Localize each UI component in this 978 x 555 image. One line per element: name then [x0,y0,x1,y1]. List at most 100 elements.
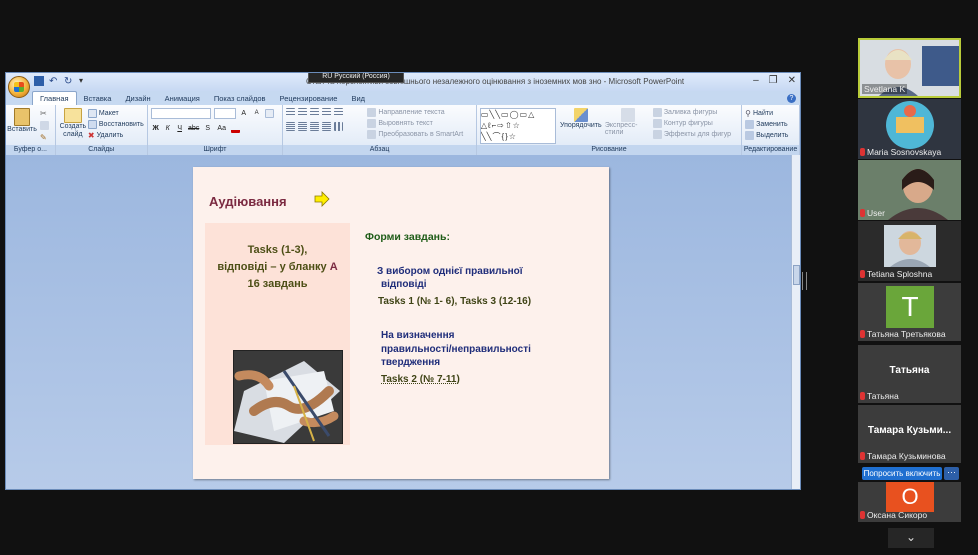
case-button[interactable]: Аа [215,124,229,133]
italic-button[interactable]: К [163,124,173,133]
find-button[interactable]: ⚲ Найти [745,108,796,119]
participant-name: Татьяна Третьякова [860,329,946,339]
tab-view[interactable]: Вид [344,92,372,105]
tab-slideshow[interactable]: Показ слайдов [207,92,273,105]
item1-line1: З вибором однієї правильної [377,266,523,277]
form-letter: А [329,261,338,273]
more-options-button[interactable]: ··· [944,467,959,480]
find-icon: ⚲ [745,109,751,118]
tab-review[interactable]: Рецензирование [273,92,345,105]
font-name-field[interactable] [150,108,211,119]
language-bar[interactable]: RU Русский (Россия) [308,73,404,83]
shape-effects-button[interactable]: Эффекты для фигур [652,129,731,140]
office-logo-icon [14,82,24,92]
quick-styles-label: Экспресс-стили [604,122,638,136]
participant-tile-4[interactable]: Tetiana Sploshna [858,221,961,281]
slide[interactable]: Аудіювання Tasks (1-3), відповіді – у бл… [193,167,609,479]
participant-name: Tetiana Sploshna [860,269,932,279]
group-label-drawing: Рисование [476,145,742,155]
smartart-button[interactable]: Преобразовать в SmartArt [367,129,463,140]
group-slides: Создать слайд Макет Восстановить ✖ Удалит… [55,105,148,155]
participant-tile-1[interactable]: Svetlana K [858,38,961,98]
participant-name-text: Svetlana K [864,84,906,94]
font-color-icon[interactable] [230,124,240,133]
justify-icon[interactable] [322,122,332,131]
participant-tile-8[interactable]: О Оксана Сикоро [858,482,961,522]
tab-home[interactable]: Главная [32,91,77,105]
panel-resize-handle[interactable] [802,272,807,290]
redo-icon[interactable]: ↻ [64,76,74,87]
tab-design[interactable]: Дизайн [118,92,157,105]
replace-button[interactable]: Заменить [745,119,796,130]
shrink-font-button[interactable]: A [252,109,262,118]
underline-button[interactable]: Ч [175,124,185,133]
participant-tile-5[interactable]: T Татьяна Третьякова [858,283,961,341]
participant-name-text: Tetiana Sploshna [867,269,933,279]
text-direction-icon [367,108,377,117]
grow-font-button[interactable]: A [239,109,249,118]
participant-tile-2[interactable]: Maria Sosnovskaya [858,99,961,159]
shadow-button[interactable]: S [203,124,213,133]
mic-off-icon [860,270,865,278]
scroll-participants-down-button[interactable]: ⌄ [888,528,934,548]
vertical-scrollbar[interactable] [791,155,800,489]
arrange-button[interactable]: Упорядочить [559,108,603,129]
line-spacing-icon[interactable] [334,108,344,117]
delete-slide-button[interactable]: ✖ Удалить [88,130,144,141]
align-text-button[interactable]: Выровнять текст [367,118,463,129]
close-icon[interactable]: ✕ [788,75,796,86]
customize-qat-icon[interactable]: ▾ [79,76,89,86]
format-painter-icon[interactable]: ✎ [40,133,49,142]
columns-icon[interactable] [334,122,344,131]
participant-tile-7[interactable]: Тамара Кузьми... Тамара Кузьминова [858,405,961,463]
ask-to-unmute-button[interactable]: Попросить включить [862,467,942,480]
help-icon[interactable]: ? [787,93,796,103]
strike-button[interactable]: abc [187,124,201,133]
mic-off-icon [860,511,865,519]
tab-insert[interactable]: Вставка [77,92,119,105]
layout-icon [87,109,97,118]
group-label-editing: Редактирование [742,145,799,155]
group-label-clipboard: Буфер о... [6,145,55,155]
align-text-icon [367,119,377,128]
text-direction-button[interactable]: Направление текста [367,107,463,118]
save-icon[interactable] [34,76,44,86]
paste-button[interactable]: Вставить [7,108,37,133]
decrease-indent-icon[interactable] [310,108,320,117]
new-slide-button[interactable]: Создать слайд [59,108,87,139]
align-left-icon[interactable] [286,122,296,131]
tab-animation[interactable]: Анимация [158,92,207,105]
slide-editor[interactable]: Аудіювання Tasks (1-3), відповіді – у бл… [6,155,800,489]
copy-icon[interactable] [40,121,49,130]
bold-button[interactable]: Ж [151,124,161,133]
numbering-icon[interactable] [298,108,308,117]
undo-icon[interactable]: ↶ [49,76,59,87]
align-center-icon[interactable] [298,122,308,131]
office-button[interactable] [8,76,30,98]
minimize-icon[interactable]: – [753,75,759,86]
restore-icon[interactable]: ❐ [769,75,778,86]
shapes-gallery[interactable]: ▭╲╲▭◯▭△ △ℓ⌐⇨⇧☆ ╲╲⌒{}☆ [479,108,556,144]
select-button[interactable]: Выделить [745,130,796,141]
arrange-label: Упорядочить [560,122,602,129]
clear-format-icon[interactable] [264,109,274,118]
reset-label: Восстановить [98,121,144,128]
increase-indent-icon[interactable] [322,108,332,117]
shape-outline-button[interactable]: Контур фигуры [652,118,731,129]
participant-tile-3[interactable]: User [858,160,961,220]
item1-tasks: Tasks 1 (№ 1- 6), Tasks 3 (12-16) [378,296,532,307]
bullets-icon[interactable] [286,108,296,117]
participant-name-text: Татьяна [867,391,899,401]
align-text-label: Выровнять текст [378,120,433,127]
cut-icon[interactable]: ✂ [40,109,49,118]
shape-fill-button[interactable]: Заливка фигуры [652,107,731,118]
item2-tasks: Tasks 2 (№ 7-11) [381,374,460,385]
scrollbar-thumb[interactable] [793,265,800,285]
font-size-field[interactable] [213,108,236,119]
arrange-icon [573,108,588,122]
align-right-icon[interactable] [310,122,320,131]
participant-tile-6[interactable]: Татьяна Татьяна [858,345,961,403]
reset-button[interactable]: Восстановить [87,119,144,130]
quick-styles-button[interactable]: Экспресс-стили [605,108,651,136]
layout-button[interactable]: Макет [87,108,144,119]
